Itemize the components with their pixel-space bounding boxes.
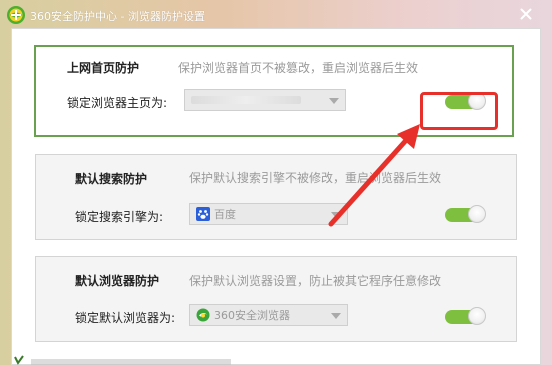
- toggle-knob: [468, 307, 486, 325]
- baidu-paw-icon: [196, 207, 210, 221]
- blurred-url: [191, 96, 301, 104]
- dropdown-value: 360安全浏览器: [214, 309, 290, 322]
- browser-protection-panel: 默认浏览器防护 保护默认浏览器设置，防止被其它程序任意修改 锁定默认浏览器为: …: [35, 256, 517, 342]
- annotation-highlight-box: [420, 92, 498, 130]
- search-protection-toggle[interactable]: [445, 205, 486, 223]
- section-description: 保护默认浏览器设置，防止被其它程序任意修改: [189, 274, 442, 288]
- 360-browser-icon: [196, 308, 210, 322]
- homepage-dropdown[interactable]: [184, 89, 346, 111]
- toggle-knob: [468, 205, 486, 223]
- chevron-down-icon: [331, 313, 341, 319]
- section-description: 保护浏览器首页不被篡改，重启浏览器后生效: [178, 61, 419, 75]
- search-engine-dropdown[interactable]: 百度: [189, 203, 348, 225]
- section-title: 默认搜索防护: [75, 172, 148, 186]
- section-label: 锁定默认浏览器为:: [75, 311, 176, 325]
- section-title: 上网首页防护: [67, 61, 140, 75]
- section-label: 锁定搜索引擎为:: [75, 210, 164, 224]
- search-protection-panel: 默认搜索防护 保护默认搜索引擎不被修改，重启浏览器后生效 锁定搜索引擎为: 百度: [35, 154, 517, 240]
- chevron-down-icon: [331, 212, 341, 218]
- 360-logo-icon: [6, 5, 26, 25]
- default-browser-dropdown[interactable]: 360安全浏览器: [189, 304, 348, 326]
- section-title: 默认浏览器防护: [75, 274, 160, 288]
- close-icon: [520, 8, 532, 20]
- settings-window: 360安全防护中心 - 浏览器防护设置 上网首页防护 保护浏览器首页不被篡改，重…: [0, 0, 552, 365]
- section-description: 保护默认搜索引擎不被修改，重启浏览器后生效: [189, 171, 442, 185]
- settings-content: 上网首页防护 保护浏览器首页不被篡改，重启浏览器后生效 锁定浏览器主页为: 默认…: [11, 28, 541, 365]
- dropdown-value: 百度: [214, 208, 236, 221]
- browser-protection-toggle[interactable]: [445, 307, 486, 325]
- title-bar: 360安全防护中心 - 浏览器防护设置: [0, 0, 552, 30]
- chevron-down-icon: [329, 98, 339, 104]
- bottom-partial-text: [11, 352, 251, 365]
- close-button[interactable]: [515, 4, 537, 24]
- section-label: 锁定浏览器主页为:: [67, 96, 168, 110]
- window-title: 360安全防护中心 - 浏览器防护设置: [30, 10, 205, 23]
